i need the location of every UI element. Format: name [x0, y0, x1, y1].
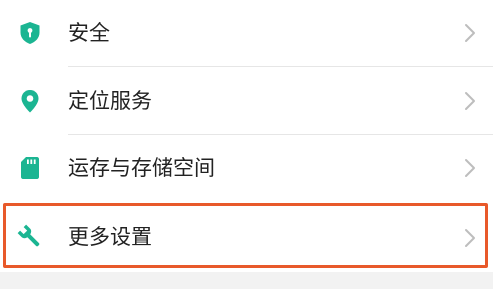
shield-icon [20, 22, 40, 44]
settings-item-label: 安全 [68, 21, 110, 45]
settings-item-memory-storage[interactable]: 运存与存储空间 [0, 135, 493, 201]
settings-item-location-services[interactable]: 定位服务 [0, 67, 493, 133]
settings-item-security[interactable]: 安全 [0, 0, 493, 66]
settings-item-label: 运存与存储空间 [68, 156, 215, 180]
highlight-box [3, 203, 488, 268]
chevron-right-icon [465, 159, 475, 177]
settings-item-label: 定位服务 [68, 89, 152, 113]
chevron-right-icon [465, 24, 475, 42]
settings-list: 安全 定位服务 运存与存储空间 更多设置 [0, 0, 493, 289]
section-gap [0, 272, 493, 289]
location-pin-icon [21, 90, 39, 113]
chevron-right-icon [465, 92, 475, 110]
sd-card-icon [21, 157, 39, 179]
